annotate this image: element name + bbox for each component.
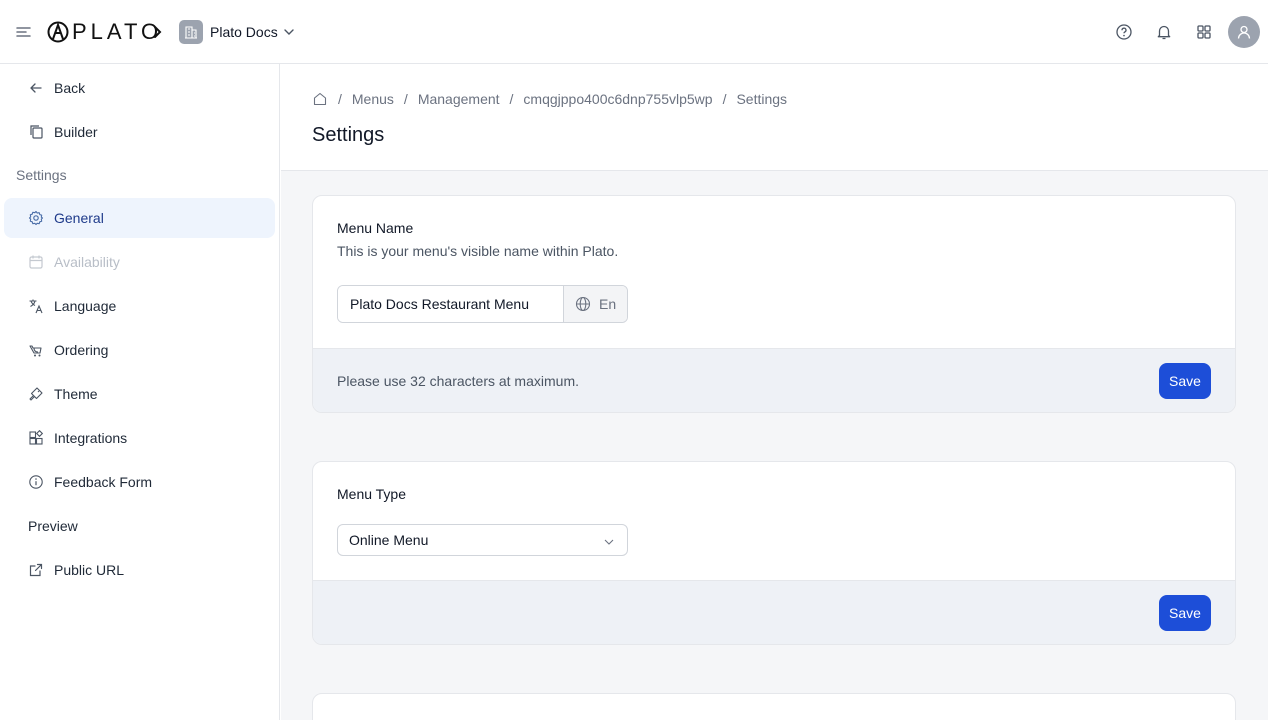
sidebar-item-label: Ordering [54,342,109,358]
calendar-icon [28,254,44,270]
sidebar-item-label: General [54,210,104,226]
breadcrumb-menus[interactable]: Menus [352,89,394,109]
menu-name-card: Menu Name This is your menu's visible na… [312,195,1236,413]
sidebar-item-label: Feedback Form [54,474,153,490]
menu-type-selected-value: Online Menu [349,532,429,548]
sidebar-item-ordering[interactable]: Ordering [4,330,275,370]
plato-logo[interactable]: PLATO [47,20,162,44]
next-settings-card [312,693,1236,720]
menu-type-card: Menu Type Online Menu Save [312,461,1236,645]
save-button[interactable]: Save [1159,363,1211,399]
arrow-left-icon [28,80,44,96]
integrations-icon [28,430,44,446]
builder-icon [28,124,44,140]
sidebar-item-language[interactable]: Language [4,286,275,326]
sidebar-item-feedback-form[interactable]: Feedback Form [4,462,275,502]
top-bar: PLATO Plato Docs [0,0,1268,64]
gear-icon [28,210,44,226]
sidebar-item-label: Theme [54,386,98,402]
menu-type-footer: Save [313,580,1235,644]
info-icon [28,474,44,490]
logo-mark-icon [47,21,69,43]
language-code: En [599,296,617,312]
sidebar: Back Builder Settings General Availabili… [0,64,280,720]
settings-section-heading: Settings [16,167,67,183]
save-button[interactable]: Save [1159,595,1211,631]
sidebar-item-label: Availability [54,254,120,270]
sidebar-item-availability: Availability [4,242,275,282]
sidebar-item-builder[interactable]: Builder [4,112,275,152]
user-icon [1237,25,1251,39]
menu-name-footer: Please use 32 characters at maximum. Sav… [313,348,1235,412]
globe-icon [575,296,591,312]
main-content: / Menus / Management / cmqgjppo400c6dnp7… [281,64,1268,720]
breadcrumb-separator: / [403,91,408,107]
menu-icon[interactable] [15,24,33,40]
workspace-name[interactable]: Plato Docs [210,22,278,42]
page-header: / Menus / Management / cmqgjppo400c6dnp7… [281,64,1268,171]
home-icon[interactable] [312,91,328,107]
user-avatar[interactable] [1228,16,1260,48]
logo-text: PLATO [72,19,163,44]
breadcrumb-settings: Settings [736,91,788,107]
breadcrumb-separator: / [509,91,514,107]
language-selector[interactable]: En [563,286,627,322]
breadcrumb-menu-id[interactable]: cmqgjppo400c6dnp755vlp5wp [523,89,712,109]
back-label: Back [54,80,86,96]
chevron-down-icon[interactable] [282,25,296,39]
ordering-icon [28,342,44,358]
sidebar-item-label: Integrations [54,430,128,446]
apps-icon[interactable] [1193,21,1215,43]
translate-icon [28,298,44,314]
menu-name-title: Menu Name [337,220,414,236]
sidebar-item-general[interactable]: General [4,198,275,238]
preview-section-heading: Preview [28,518,78,534]
builder-label: Builder [54,124,98,140]
menu-name-description: This is your menu's visible name within … [337,243,619,259]
menu-type-title: Menu Type [337,486,407,502]
menu-name-input-group: En [337,285,628,323]
sidebar-item-integrations[interactable]: Integrations [4,418,275,458]
brush-icon [28,386,44,402]
chevron-down-icon [603,535,615,547]
public-url-label: Public URL [54,562,125,578]
help-icon[interactable] [1113,21,1135,43]
page-title: Settings [312,124,385,146]
menu-type-select[interactable]: Online Menu [337,524,628,556]
sidebar-item-theme[interactable]: Theme [4,374,275,414]
workspace-building-icon[interactable] [179,20,203,44]
chevron-right-icon [152,24,164,40]
external-link-icon [28,562,44,578]
breadcrumb-management[interactable]: Management [418,89,500,109]
back-link[interactable]: Back [4,68,275,108]
breadcrumb: / Menus / Management / cmqgjppo400c6dnp7… [312,89,787,109]
sidebar-item-public-url[interactable]: Public URL [4,550,275,590]
breadcrumb-separator: / [338,91,342,107]
menu-name-input[interactable] [338,286,564,322]
breadcrumb-separator: / [722,91,727,107]
sidebar-item-label: Language [54,298,117,314]
bell-icon[interactable] [1153,21,1175,43]
character-limit-hint: Please use 32 characters at maximum. [337,373,579,389]
